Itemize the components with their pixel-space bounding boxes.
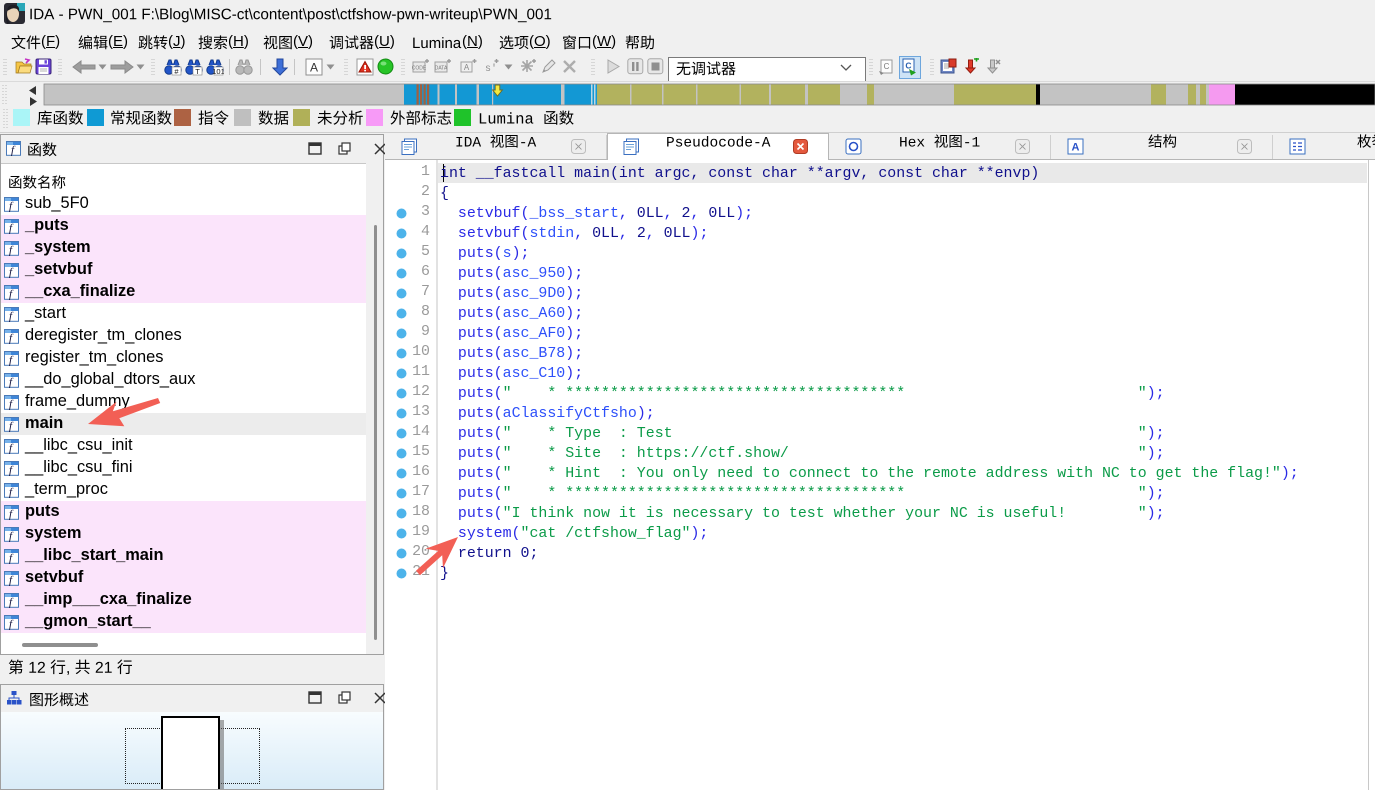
svg-text:A: A bbox=[310, 61, 318, 75]
svg-text:T: T bbox=[195, 67, 200, 76]
svg-text:DATA: DATA bbox=[435, 66, 448, 72]
svg-text:C: C bbox=[905, 61, 911, 71]
svg-text:'s': 's' bbox=[483, 63, 497, 75]
svg-text:A: A bbox=[1072, 142, 1080, 154]
svg-text:101: 101 bbox=[212, 67, 224, 76]
svg-text:A: A bbox=[464, 63, 470, 72]
svg-text:C: C bbox=[884, 62, 890, 71]
svg-text:CODE: CODE bbox=[412, 66, 427, 72]
